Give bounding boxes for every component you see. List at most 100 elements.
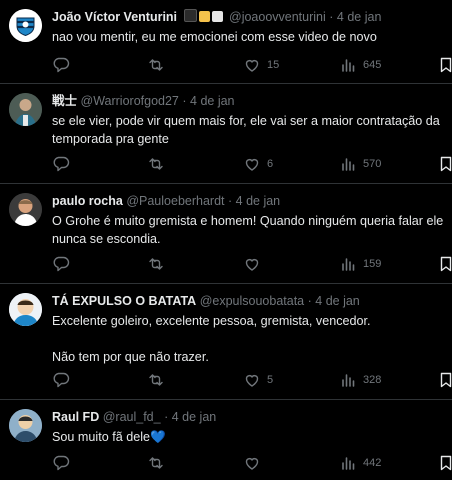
club-crest-avatar[interactable]	[9, 9, 42, 42]
views-icon	[342, 457, 355, 470]
heart-icon	[245, 374, 259, 387]
author-name[interactable]: Raul FD	[52, 410, 99, 424]
bookmark-button[interactable]	[437, 454, 452, 472]
views-button[interactable]: 570	[339, 155, 381, 173]
bookmark-icon	[440, 57, 452, 73]
tweet-text: O Grohe é muito gremista e homem! Quando…	[52, 214, 447, 246]
views-button[interactable]: 328	[339, 371, 381, 389]
reply-icon	[53, 455, 70, 471]
tweet-text: se ele vier, pode vir quem mais for, ele…	[52, 114, 444, 146]
like-button[interactable]: 15	[243, 56, 279, 74]
views-count: 159	[363, 258, 382, 270]
tweet[interactable]: Raul FD @raul_fd_ · 4 de jan Sou muito f…	[0, 400, 452, 480]
views-count: 645	[363, 59, 382, 71]
tweet-actions: 15 645	[52, 56, 452, 74]
like-button[interactable]	[243, 454, 267, 472]
like-count: 6	[267, 158, 274, 170]
separator-dot: ·	[164, 410, 169, 424]
tweet[interactable]: TÁ EXPULSO O BATATA @expulsouobatata · 4…	[0, 284, 452, 400]
tweet-date[interactable]: 4 de jan	[172, 410, 216, 424]
reply-icon	[53, 256, 70, 272]
separator-dot: ·	[182, 94, 187, 108]
author-name[interactable]: João Víctor Venturini	[52, 10, 177, 24]
bookmark-icon	[440, 256, 452, 272]
repost-icon	[149, 374, 163, 386]
person-photo-avatar[interactable]	[9, 193, 42, 226]
reply-button[interactable]	[52, 255, 76, 273]
views-count: 570	[363, 158, 382, 170]
yellow-square-icon	[198, 11, 210, 22]
tweet-date[interactable]: 4 de jan	[190, 94, 234, 108]
badge-icons	[181, 9, 226, 24]
repost-button[interactable]	[147, 454, 171, 472]
tweet[interactable]: paulo rocha @Pauloeberhardt · 4 de jan O…	[0, 184, 452, 284]
reply-button[interactable]	[52, 56, 76, 74]
tweet-actions: 442	[52, 454, 452, 472]
black-square-icon	[183, 9, 197, 22]
separator-dot: ·	[227, 194, 233, 208]
heart-icon	[245, 258, 259, 271]
views-button[interactable]: 159	[339, 255, 381, 273]
tweet-text: Excelente goleiro, excelente pessoa, gre…	[52, 314, 371, 364]
like-button[interactable]: 5	[243, 371, 273, 389]
cartoon-avatar-2[interactable]	[9, 409, 42, 442]
author-name[interactable]: 戦士	[52, 94, 77, 108]
views-count: 328	[363, 374, 382, 386]
repost-icon	[149, 457, 163, 469]
author-handle[interactable]: @Pauloeberhardt	[126, 194, 224, 208]
author-name[interactable]: paulo rocha	[52, 194, 123, 208]
bookmark-icon	[440, 372, 452, 388]
heart-icon	[245, 59, 259, 72]
views-button[interactable]: 442	[339, 454, 381, 472]
author-handle[interactable]: @raul_fd_	[103, 410, 161, 424]
author-handle[interactable]: @joaoovventurini	[229, 10, 326, 24]
bookmark-icon	[440, 455, 452, 471]
repost-icon	[149, 258, 163, 270]
tweet-date[interactable]: 4 de jan	[236, 194, 280, 208]
author-name[interactable]: TÁ EXPULSO O BATATA	[52, 294, 196, 308]
views-count: 442	[363, 457, 382, 469]
player-photo-avatar[interactable]	[9, 93, 42, 126]
author-handle[interactable]: @expulsouobatata	[200, 294, 304, 308]
reply-icon	[53, 57, 70, 73]
tweet-text: nao vou mentir, eu me emocionei com esse…	[52, 30, 377, 44]
separator-dot: ·	[329, 10, 334, 24]
separator-dot: ·	[307, 294, 312, 308]
like-button[interactable]	[243, 255, 267, 273]
repost-icon	[149, 59, 163, 71]
heart-icon	[245, 158, 259, 171]
tweet[interactable]: João Víctor Venturini @joaoovventurini ·…	[0, 0, 452, 84]
tweet-actions: 5 328	[52, 371, 452, 389]
views-icon	[342, 158, 355, 171]
tweet-actions: 6 570	[52, 155, 452, 173]
reply-icon	[53, 372, 70, 388]
bookmark-icon	[440, 156, 452, 172]
heart-icon	[245, 457, 259, 470]
bookmark-button[interactable]	[437, 255, 452, 273]
bookmark-button[interactable]	[437, 371, 452, 389]
like-count: 15	[267, 59, 280, 71]
author-handle[interactable]: @Warriorofgod27	[81, 94, 179, 108]
repost-button[interactable]	[147, 56, 171, 74]
repost-button[interactable]	[147, 255, 171, 273]
repost-button[interactable]	[147, 155, 171, 173]
tweet[interactable]: 戦士 @Warriorofgod27 · 4 de jan se ele vie…	[0, 84, 452, 184]
reply-button[interactable]	[52, 155, 76, 173]
repost-button[interactable]	[147, 371, 171, 389]
tweet-actions: 159	[52, 255, 452, 273]
views-icon	[342, 374, 355, 387]
tweet-text: Sou muito fã dele💙	[52, 430, 166, 444]
bookmark-button[interactable]	[437, 56, 452, 74]
views-button[interactable]: 645	[339, 56, 381, 74]
reply-button[interactable]	[52, 371, 76, 389]
tweet-date[interactable]: 4 de jan	[315, 294, 359, 308]
tweet-date[interactable]: 4 de jan	[337, 10, 381, 24]
white-square-icon	[211, 11, 223, 22]
views-icon	[342, 258, 355, 271]
bookmark-button[interactable]	[437, 155, 452, 173]
cartoon-avatar[interactable]	[9, 293, 42, 326]
reply-button[interactable]	[52, 454, 76, 472]
like-button[interactable]: 6	[243, 155, 273, 173]
views-icon	[342, 59, 355, 72]
reply-icon	[53, 156, 70, 172]
